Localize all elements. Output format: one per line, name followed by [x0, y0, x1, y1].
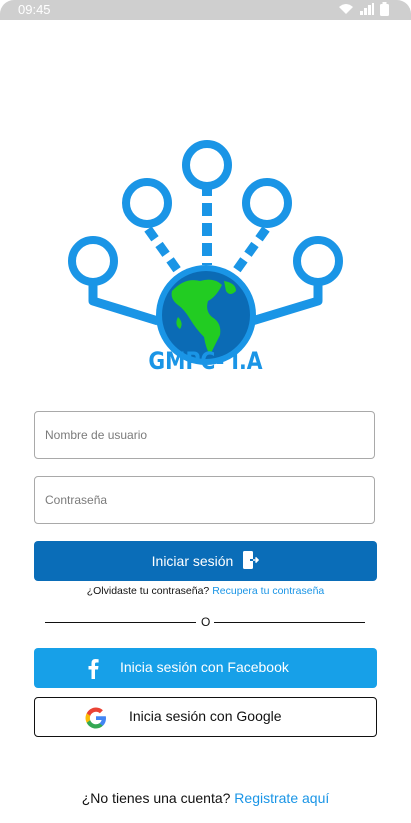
register-row: ¿No tienes una cuenta? Registrate aquí: [0, 790, 411, 806]
google-login-label: Inicia sesión con Google: [129, 708, 282, 724]
logo-text: GMPC- I.A: [148, 347, 263, 375]
facebook-login-label: Inicia sesión con Facebook: [120, 659, 289, 675]
username-input[interactable]: [34, 411, 375, 459]
forgot-password-text: ¿Olvidaste tu contraseña?: [86, 585, 210, 597]
forgot-password-row: ¿Olvidaste tu contraseña? Recupera tu co…: [0, 585, 411, 597]
facebook-login-button[interactable]: Inicia sesión con Facebook: [34, 648, 377, 688]
divider-line-left: [45, 622, 196, 623]
recover-password-link[interactable]: Recupera tu contraseña: [212, 585, 324, 597]
register-link[interactable]: Registrate aquí: [234, 790, 329, 806]
register-prompt: ¿No tienes una cuenta?: [81, 790, 231, 806]
password-input[interactable]: [34, 476, 375, 524]
wifi-icon: [338, 3, 354, 15]
divider-label: O: [201, 615, 211, 629]
status-time: 09:45: [18, 2, 51, 17]
logout-arrow-icon: [243, 550, 260, 572]
google-icon: [85, 707, 107, 734]
login-label: Iniciar sesión: [151, 553, 234, 569]
battery-icon: [380, 2, 389, 16]
status-bar: 09:45: [0, 0, 411, 20]
google-login-button[interactable]: Inicia sesión con Google: [34, 697, 377, 737]
signal-icon: [360, 3, 374, 15]
facebook-icon: [88, 658, 99, 684]
or-divider: O: [45, 615, 365, 631]
status-icons: [338, 2, 389, 16]
login-button[interactable]: Iniciar sesión: [34, 541, 377, 581]
divider-line-right: [214, 622, 365, 623]
